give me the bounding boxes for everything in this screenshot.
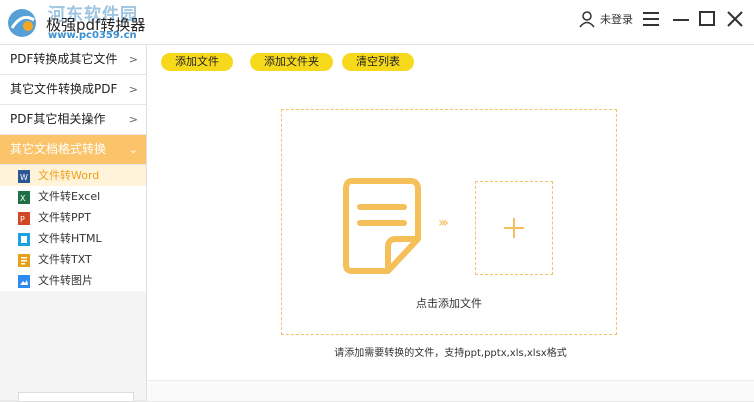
svg-text:W: W	[20, 173, 28, 182]
supported-formats-hint: 请添加需要转换的文件，支持ppt,pptx,xls,xlsx格式	[334, 348, 567, 359]
sidebar-item-ppt[interactable]: P 文件转PPT	[0, 207, 146, 228]
html-icon	[18, 232, 30, 246]
sidebar-bottom-panel	[18, 392, 134, 402]
plus-icon	[504, 218, 524, 238]
menu-icon[interactable]	[640, 8, 662, 30]
maximize-icon[interactable]	[696, 8, 718, 30]
sidebar-category-other-to-pdf[interactable]: 其它文件转换成PDF >	[0, 75, 146, 105]
sidebar-item-image[interactable]: 文件转图片	[0, 270, 146, 291]
chevron-right-icon: >	[128, 53, 138, 66]
add-file-box[interactable]	[475, 181, 553, 275]
ppt-icon: P	[18, 211, 30, 225]
sidebar-category-pdf-related[interactable]: PDF其它相关操作 >	[0, 105, 146, 135]
close-icon[interactable]	[724, 8, 746, 30]
double-chevron-icon: ›››	[438, 215, 449, 231]
watermark-url: www.pc0359.cn	[48, 30, 137, 41]
svg-text:X: X	[20, 194, 26, 203]
sidebar-item-label: 文件转TXT	[38, 253, 92, 266]
sidebar-category-pdf-to-other[interactable]: PDF转换成其它文件 >	[0, 45, 146, 75]
sidebar: PDF转换成其它文件 > 其它文件转换成PDF > PDF其它相关操作 > 其它…	[0, 45, 147, 402]
main-panel: 添加文件 添加文件夹 清空列表 ››› 点击添加文件 请添加需要转换的文件，支持…	[147, 45, 754, 401]
sidebar-item-label: 文件转图片	[38, 274, 93, 287]
sidebar-category-label: 其它文档格式转换	[10, 142, 107, 156]
app-logo-icon	[8, 9, 36, 37]
title-bar: 河东软件园 极强pdf转换器 www.pc0359.cn 未登录	[0, 0, 754, 45]
excel-icon: X	[18, 190, 30, 204]
chevron-right-icon: >	[128, 113, 138, 126]
user-icon	[579, 11, 595, 28]
user-login-button[interactable]: 未登录	[578, 9, 633, 29]
document-icon	[343, 178, 421, 274]
add-folder-button[interactable]: 添加文件夹	[250, 53, 333, 71]
svg-text:P: P	[20, 215, 25, 224]
word-icon: W	[18, 169, 30, 183]
sidebar-item-label: 文件转PPT	[38, 211, 91, 224]
sidebar-category-label: PDF转换成其它文件	[10, 52, 118, 66]
drop-zone-label: 点击添加文件	[416, 297, 482, 310]
sidebar-item-label: 文件转HTML	[38, 232, 102, 245]
sidebar-item-excel[interactable]: X 文件转Excel	[0, 186, 146, 207]
sidebar-item-txt[interactable]: 文件转TXT	[0, 249, 146, 270]
user-login-label: 未登录	[600, 13, 633, 26]
txt-icon	[18, 253, 30, 267]
chevron-down-icon: ⌄	[128, 143, 138, 156]
sidebar-item-html[interactable]: 文件转HTML	[0, 228, 146, 249]
sidebar-item-label: 文件转Word	[38, 169, 100, 182]
minimize-icon[interactable]	[670, 8, 692, 30]
sidebar-item-label: 文件转Excel	[38, 190, 101, 203]
bottom-strip	[147, 380, 754, 401]
sidebar-item-word[interactable]: W 文件转Word	[0, 165, 146, 186]
sidebar-category-label: PDF其它相关操作	[10, 112, 106, 126]
sidebar-category-label: 其它文件转换成PDF	[10, 82, 118, 96]
image-icon	[18, 274, 30, 288]
file-drop-zone[interactable]: ››› 点击添加文件	[281, 109, 617, 335]
add-file-button[interactable]: 添加文件	[161, 53, 233, 71]
clear-list-button[interactable]: 清空列表	[342, 53, 414, 71]
sidebar-category-format-convert[interactable]: 其它文档格式转换 ⌄	[0, 135, 146, 165]
chevron-right-icon: >	[128, 83, 138, 96]
